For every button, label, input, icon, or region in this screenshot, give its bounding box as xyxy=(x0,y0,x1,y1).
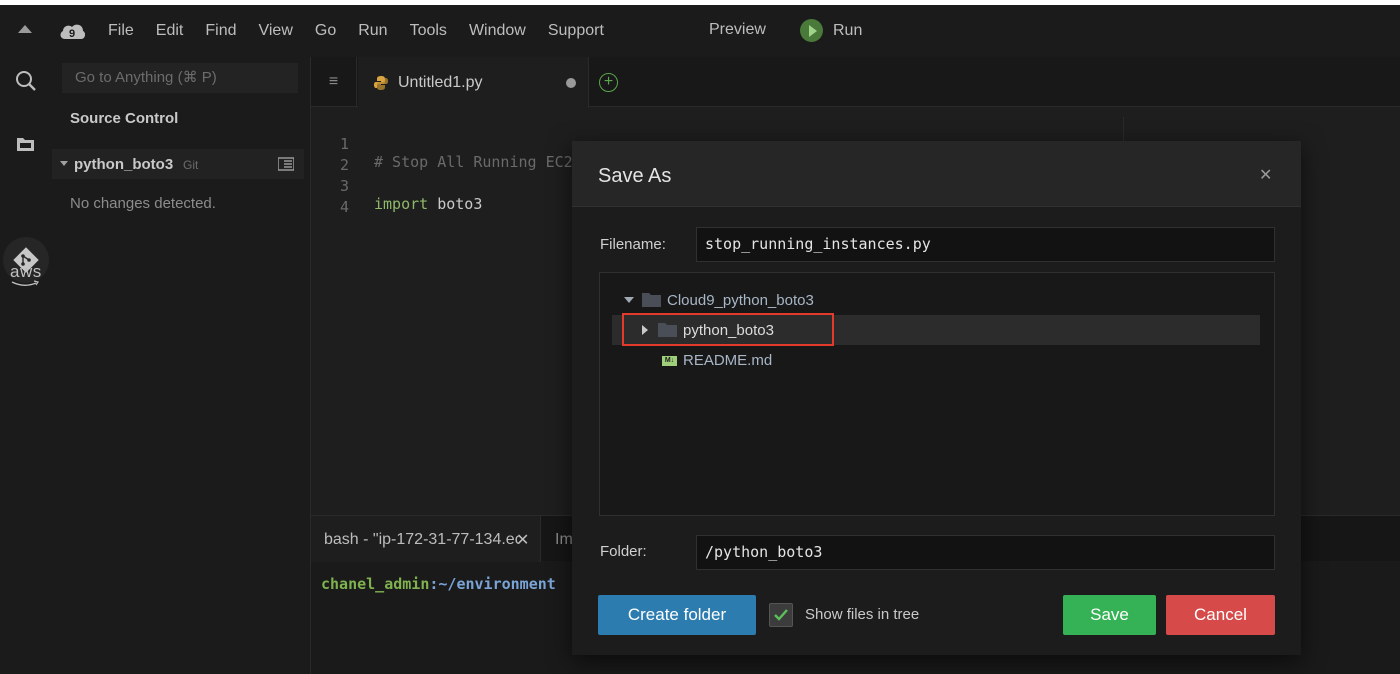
search-icon[interactable] xyxy=(14,69,38,93)
code-line: 1 # Stop All Running EC2 Instances xyxy=(311,117,663,171)
dialog-footer: Create folder Show files in tree Save Ca… xyxy=(572,589,1301,649)
folder-icon[interactable] xyxy=(14,133,38,157)
repo-row[interactable]: python_boto3 Git xyxy=(52,149,304,179)
repo-name: python_boto3 xyxy=(74,156,174,173)
menu-find[interactable]: Find xyxy=(205,22,236,40)
tree-item-label: README.md xyxy=(683,352,773,369)
close-icon[interactable]: ✕ xyxy=(516,530,529,550)
tree-item-label: Cloud9_python_boto3 xyxy=(667,292,814,309)
caret-down-icon[interactable] xyxy=(60,161,68,166)
aws-label: aws xyxy=(10,262,42,281)
folder-label: Folder: xyxy=(600,543,647,560)
code-content: import boto3 xyxy=(374,195,482,213)
terminal-tab-bash[interactable]: bash - "ip-172-31-77-134.ec2.internal" ✕ xyxy=(311,516,541,562)
dialog-body: Filename: stop_running_instances.py Clou… xyxy=(572,207,1301,655)
menu-window[interactable]: Window xyxy=(469,22,526,40)
list-icon[interactable] xyxy=(278,157,294,171)
cloud9-ide: 9 File Edit Find View Go Run Tools Windo… xyxy=(0,5,1400,674)
menu-run[interactable]: Run xyxy=(358,22,387,40)
tab-label: Untitled1.py xyxy=(398,74,483,91)
unsaved-dot-icon[interactable] xyxy=(566,78,576,88)
tree-item-file[interactable]: M↓ README.md xyxy=(612,345,1262,375)
create-folder-button[interactable]: Create folder xyxy=(598,595,756,635)
menu-file[interactable]: File xyxy=(108,22,134,40)
terminal-tab-2[interactable]: Im xyxy=(555,531,573,549)
code-line: 3 import boto3 xyxy=(311,159,482,213)
highlight-annotation xyxy=(622,313,834,346)
show-files-label: Show files in tree xyxy=(805,606,920,623)
dialog-header: Save As ✕ xyxy=(572,141,1301,207)
go-to-anything-input[interactable]: Go to Anything (⌘ P) xyxy=(62,63,298,93)
svg-text:9: 9 xyxy=(69,28,75,40)
aws-icon[interactable]: aws xyxy=(10,262,42,286)
menu-support[interactable]: Support xyxy=(548,22,604,40)
tab-untitled1[interactable]: Untitled1.py xyxy=(358,57,589,108)
terminal-prompt[interactable]: chanel_admin:~/environment xyxy=(321,575,556,593)
line-number: 4 xyxy=(339,198,349,216)
hamburger-icon[interactable]: ≡ xyxy=(311,57,357,107)
python-file-icon xyxy=(374,76,388,90)
aws-smile-icon xyxy=(11,280,39,286)
status-text: No changes detected. xyxy=(70,195,216,212)
source-control-panel: Go to Anything (⌘ P) Source Control pyth… xyxy=(52,57,310,674)
caret-down-icon[interactable] xyxy=(624,297,634,303)
collapse-up-icon[interactable] xyxy=(18,25,32,33)
folder-icon xyxy=(642,293,661,307)
menu-bar: 9 File Edit Find View Go Run Tools Windo… xyxy=(0,5,1400,57)
save-as-dialog: Save As ✕ Filename: stop_running_instanc… xyxy=(572,141,1301,655)
close-icon[interactable]: ✕ xyxy=(1259,165,1272,185)
code-text: boto3 xyxy=(428,195,483,213)
code-line: 2 xyxy=(311,138,383,174)
filename-input[interactable]: stop_running_instances.py xyxy=(696,227,1275,262)
add-tab-icon[interactable]: + xyxy=(599,73,618,92)
activity-bar: aws xyxy=(0,57,52,674)
menu-go[interactable]: Go xyxy=(315,22,336,40)
prompt-path: :~/environment xyxy=(429,575,556,593)
save-button[interactable]: Save xyxy=(1063,595,1156,635)
menu-edit[interactable]: Edit xyxy=(156,22,184,40)
code-line: 4 xyxy=(311,180,383,216)
run-button[interactable]: Run xyxy=(800,19,862,42)
menu-tools[interactable]: Tools xyxy=(410,22,447,40)
preview-button[interactable]: Preview xyxy=(709,21,766,39)
prompt-user: chanel_admin xyxy=(321,575,430,593)
tab-bar: ≡ Untitled1.py + xyxy=(311,57,1400,108)
dialog-title: Save As xyxy=(598,165,672,187)
menu-items: File Edit Find View Go Run Tools Window … xyxy=(108,5,626,57)
cancel-button[interactable]: Cancel xyxy=(1166,595,1275,635)
check-icon xyxy=(774,609,788,621)
filename-label: Filename: xyxy=(600,236,666,253)
play-icon xyxy=(800,19,823,42)
panel-title: Source Control xyxy=(70,110,179,127)
markdown-file-icon: M↓ xyxy=(662,356,677,366)
terminal-tab-label: bash - "ip-172-31-77-134.ec2.internal" xyxy=(324,531,519,548)
menu-view[interactable]: View xyxy=(258,22,292,40)
tree-item-root[interactable]: Cloud9_python_boto3 xyxy=(612,285,1262,315)
repo-git-tag: Git xyxy=(183,158,199,172)
folder-input[interactable]: /python_boto3 xyxy=(696,535,1275,570)
run-label: Run xyxy=(833,21,863,39)
cloud9-logo-icon[interactable]: 9 xyxy=(58,21,86,41)
show-files-checkbox[interactable] xyxy=(769,603,793,627)
folder-tree[interactable]: Cloud9_python_boto3 python_boto3 M↓ READ… xyxy=(599,272,1275,516)
